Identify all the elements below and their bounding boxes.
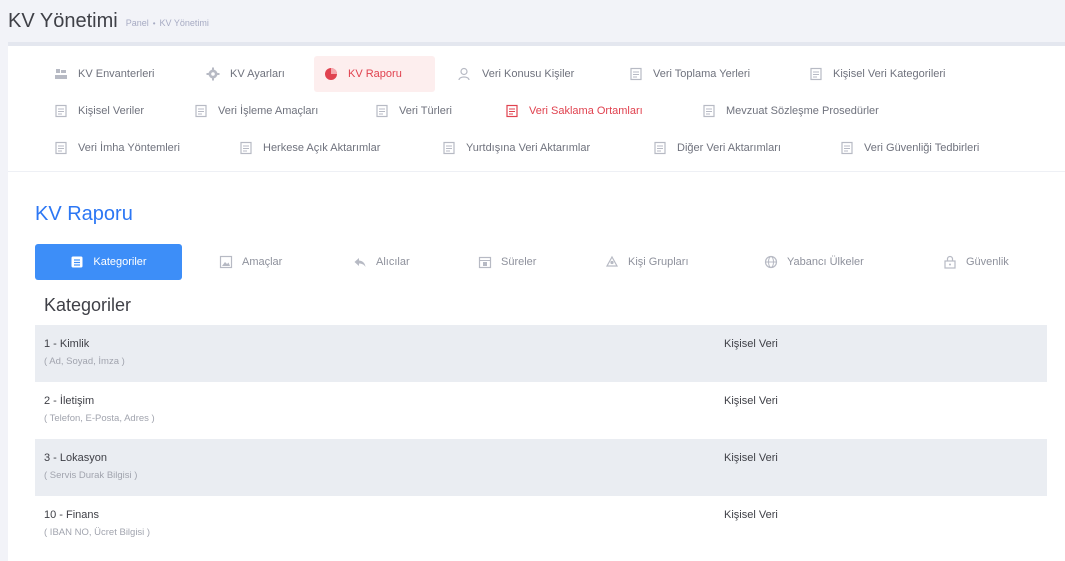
- row-type: Kişisel Veri: [724, 338, 778, 350]
- page-title: KV Yönetimi: [8, 9, 118, 32]
- nav-item-diger-veri-aktarimlari[interactable]: Diğer Veri Aktarımları: [643, 133, 791, 163]
- nav-item-label: KV Raporu: [348, 68, 402, 80]
- tab-label: Kategoriler: [93, 256, 147, 268]
- nav-item-veri-guvenligi-tedbirleri[interactable]: Veri Güvenliği Tedbirleri: [830, 133, 989, 163]
- tab-kategoriler[interactable]: Kategoriler: [35, 244, 182, 280]
- nav-item-label: Veri Toplama Yerleri: [653, 68, 751, 80]
- globe-icon: [764, 255, 778, 269]
- nav-item-label: Diğer Veri Aktarımları: [677, 142, 781, 154]
- nav-item-yurtdisina-veri-aktarimlar[interactable]: Yurtdışına Veri Aktarımlar: [432, 133, 600, 163]
- tab-alicilar[interactable]: Alıcılar: [353, 244, 410, 280]
- top-navigation: KV Envanterleri KV Ayarları KV Raporu Ve…: [8, 46, 1065, 172]
- nav-item-kv-raporu[interactable]: KV Raporu: [314, 56, 435, 92]
- nav-item-label: Herkese Açık Aktarımlar: [263, 142, 381, 154]
- tab-kisi-gruplari[interactable]: Kişi Grupları: [605, 244, 689, 280]
- nav-item-label: KV Ayarları: [230, 68, 285, 80]
- document-icon: [840, 141, 854, 155]
- row-subtitle: ( Ad, Soyad, İmza ): [44, 356, 125, 367]
- breadcrumb-separator: •: [152, 18, 156, 28]
- nav-item-veri-imha-yontemleri[interactable]: Veri İmha Yöntemleri: [44, 133, 190, 163]
- nav-item-kisisel-veriler[interactable]: Kişisel Veriler: [44, 96, 154, 126]
- row-type: Kişisel Veri: [724, 395, 778, 407]
- section-title: KV Raporu: [35, 203, 133, 225]
- document-icon: [629, 67, 643, 81]
- row-subtitle: ( Telefon, E-Posta, Adres ): [44, 413, 155, 424]
- document-icon: [653, 141, 667, 155]
- table-row: 10 - Finans ( IBAN NO, Ücret Bilgisi ) K…: [35, 496, 1047, 553]
- document-icon: [505, 104, 519, 118]
- table-row: 3 - Lokasyon ( Servis Durak Bilgisi ) Ki…: [35, 439, 1047, 496]
- list-icon: [70, 255, 84, 269]
- tab-yabanci-ulkeler[interactable]: Yabancı Ülkeler: [764, 244, 864, 280]
- breadcrumb-item-kv-yonetimi[interactable]: KV Yönetimi: [160, 18, 209, 28]
- row-subtitle: ( Servis Durak Bilgisi ): [44, 470, 138, 481]
- row-subtitle: ( IBAN NO, Ücret Bilgisi ): [44, 527, 151, 538]
- tab-label: Güvenlik: [966, 256, 1009, 268]
- table-row: 2 - İletişim ( Telefon, E-Posta, Adres )…: [35, 382, 1047, 439]
- breadcrumb-item-panel[interactable]: Panel: [126, 18, 149, 28]
- row-title: 10 - Finans: [44, 509, 100, 521]
- nav-item-label: Veri Konusu Kişiler: [482, 68, 575, 80]
- tab-guvenlik[interactable]: Güvenlik: [943, 244, 1009, 280]
- row-type: Kişisel Veri: [724, 509, 778, 521]
- document-icon: [194, 104, 208, 118]
- row-title: 3 - Lokasyon: [44, 452, 107, 464]
- tab-amaclar[interactable]: Amaçlar: [219, 244, 282, 280]
- document-icon: [375, 104, 389, 118]
- tab-label: Yabancı Ülkeler: [787, 256, 864, 268]
- nav-item-veri-konusu-kisiler[interactable]: Veri Konusu Kişiler: [448, 59, 584, 89]
- nav-item-label: Kişisel Veri Kategorileri: [833, 68, 946, 80]
- tab-label: Alıcılar: [376, 256, 410, 268]
- tab-label: Kişi Grupları: [628, 256, 689, 268]
- category-table: 1 - Kimlik ( Ad, Soyad, İmza ) Kişisel V…: [35, 325, 1047, 553]
- nav-item-label: KV Envanterleri: [78, 68, 155, 80]
- calendar-icon: [478, 255, 492, 269]
- nav-item-label: Yurtdışına Veri Aktarımlar: [466, 142, 591, 154]
- nav-item-kv-ayarlari[interactable]: KV Ayarları: [196, 59, 295, 89]
- user-icon: [458, 67, 472, 81]
- document-icon: [54, 141, 68, 155]
- report-icon: [324, 67, 338, 81]
- gear-icon: [206, 67, 220, 81]
- main-card: KV Envanterleri KV Ayarları KV Raporu Ve…: [8, 42, 1065, 561]
- nav-item-label: Veri İmha Yöntemleri: [78, 142, 180, 154]
- group-icon: [605, 255, 619, 269]
- nav-item-label: Veri Türleri: [399, 105, 452, 117]
- row-title: 2 - İletişim: [44, 395, 95, 407]
- nav-item-veri-toplama-yerleri[interactable]: Veri Toplama Yerleri: [619, 59, 760, 89]
- document-icon: [442, 141, 456, 155]
- document-icon: [809, 67, 823, 81]
- nav-item-label: Kişisel Veriler: [78, 105, 145, 117]
- lock-icon: [943, 255, 957, 269]
- document-icon: [54, 104, 68, 118]
- nav-item-veri-isleme-amaclari[interactable]: Veri İşleme Amaçları: [184, 96, 328, 126]
- nav-item-kisisel-veri-kategorileri[interactable]: Kişisel Veri Kategorileri: [799, 59, 956, 89]
- nav-item-label: Veri Saklama Ortamları: [529, 105, 643, 117]
- breadcrumb: Panel • KV Yönetimi: [126, 18, 209, 28]
- tab-label: Süreler: [501, 256, 537, 268]
- row-title: 1 - Kimlik: [44, 338, 90, 350]
- tab-sureler[interactable]: Süreler: [478, 244, 536, 280]
- nav-item-mevzuat-sozlesme-prosedurler[interactable]: Mevzuat Sözleşme Prosedürler: [692, 96, 889, 126]
- nav-item-herkese-acik-aktarimlar[interactable]: Herkese Açık Aktarımlar: [229, 133, 390, 163]
- nav-item-label: Veri Güvenliği Tedbirleri: [864, 142, 980, 154]
- tab-label: Amaçlar: [242, 256, 283, 268]
- row-type: Kişisel Veri: [724, 452, 778, 464]
- nav-item-label: Veri İşleme Amaçları: [218, 105, 319, 117]
- page-header: KV Yönetimi Panel • KV Yönetimi: [0, 0, 1065, 42]
- reply-icon: [353, 255, 367, 269]
- document-icon: [239, 141, 253, 155]
- nav-item-label: Mevzuat Sözleşme Prosedürler: [726, 105, 879, 117]
- list-heading: Kategoriler: [44, 295, 132, 315]
- inventory-icon: [54, 67, 68, 81]
- table-row: 1 - Kimlik ( Ad, Soyad, İmza ) Kişisel V…: [35, 325, 1047, 382]
- document-icon: [702, 104, 716, 118]
- nav-item-veri-turleri[interactable]: Veri Türleri: [365, 96, 462, 126]
- nav-item-kv-envanterleri[interactable]: KV Envanterleri: [44, 59, 164, 89]
- image-icon: [219, 255, 233, 269]
- nav-item-veri-saklama-ortamlari[interactable]: Veri Saklama Ortamları: [495, 96, 653, 126]
